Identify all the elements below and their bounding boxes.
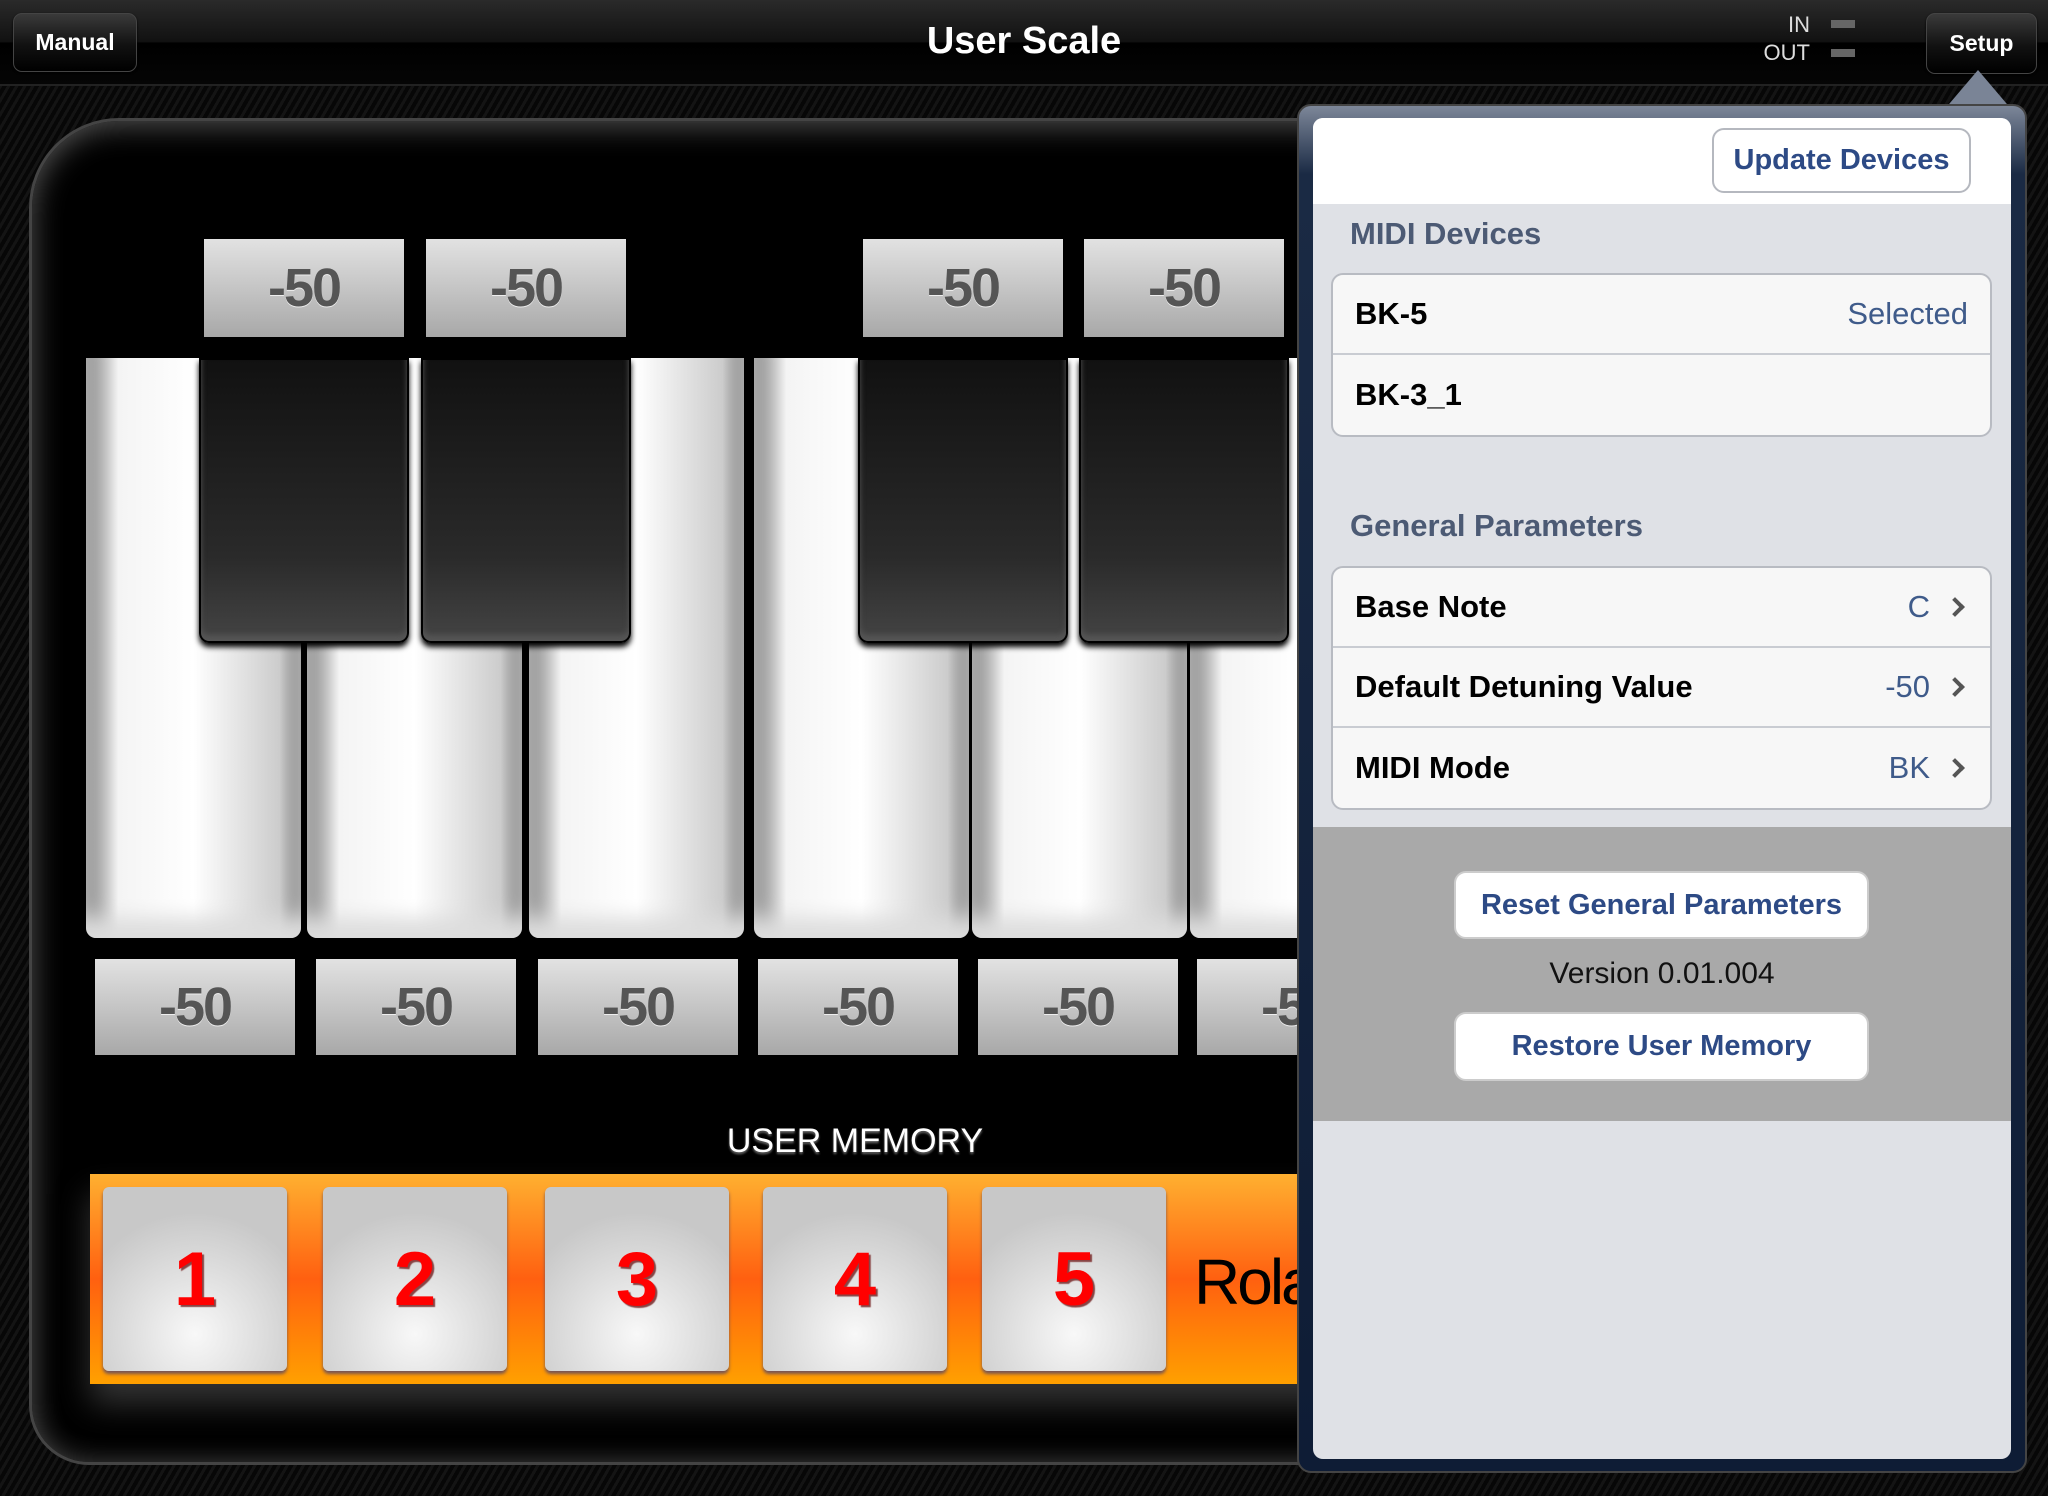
- black-key-value[interactable]: -50: [426, 239, 626, 337]
- black-key-value[interactable]: -50: [1084, 239, 1284, 337]
- setup-button[interactable]: Setup: [1926, 13, 2037, 74]
- white-key-value[interactable]: -50: [758, 959, 958, 1055]
- midi-devices-header: MIDI Devices: [1350, 216, 1542, 251]
- chevron-right-icon: [1945, 677, 1965, 697]
- restore-user-memory-button[interactable]: Restore User Memory: [1454, 1012, 1869, 1081]
- user-memory-title: USER MEMORY: [726, 1122, 984, 1160]
- black-key[interactable]: [1079, 358, 1289, 643]
- memory-slot-5[interactable]: 5: [982, 1187, 1166, 1371]
- memory-slot-1[interactable]: 1: [103, 1187, 287, 1371]
- page-title: User Scale: [926, 20, 1122, 62]
- param-default-detuning[interactable]: Default Detuning Value -50: [1333, 648, 1990, 728]
- setup-popover-content: Update Devices MIDI Devices BK-5 Selected…: [1313, 118, 2011, 1459]
- param-midi-mode[interactable]: MIDI Mode BK: [1333, 728, 1990, 808]
- device-row-bk-3-1[interactable]: BK-3_1: [1333, 355, 1990, 435]
- midi-devices-list: BK-5 Selected BK-3_1: [1331, 273, 1992, 437]
- black-key[interactable]: [199, 358, 409, 643]
- chevron-right-icon: [1945, 597, 1965, 617]
- memory-slot-2[interactable]: 2: [323, 1187, 507, 1371]
- midi-out-indicator: [1831, 49, 1855, 57]
- version-text: Version 0.01.004: [1549, 957, 1775, 990]
- black-key-value[interactable]: -50: [863, 239, 1063, 337]
- out-label: OUT: [1763, 40, 1810, 65]
- general-parameters-list: Base Note C Default Detuning Value -50 MID…: [1331, 566, 1992, 810]
- general-parameters-header: General Parameters: [1350, 508, 1643, 543]
- param-base-note[interactable]: Base Note C: [1333, 568, 1990, 648]
- update-devices-button[interactable]: Update Devices: [1712, 128, 1971, 193]
- memory-slot-3[interactable]: 3: [545, 1187, 729, 1371]
- black-key-value[interactable]: -50: [204, 239, 404, 337]
- midi-in-indicator: [1831, 20, 1855, 28]
- black-key[interactable]: [421, 358, 631, 643]
- selected-status: Selected: [1847, 296, 1968, 331]
- device-row-bk-5[interactable]: BK-5 Selected: [1333, 275, 1990, 355]
- memory-slot-4[interactable]: 4: [763, 1187, 947, 1371]
- white-key-value[interactable]: -50: [95, 959, 295, 1055]
- white-key-value[interactable]: -50: [538, 959, 738, 1055]
- actions-section: Reset General Parameters Version 0.01.00…: [1313, 827, 2011, 1121]
- white-key-value[interactable]: -50: [978, 959, 1178, 1055]
- white-key-value[interactable]: -50: [316, 959, 516, 1055]
- chevron-right-icon: [1945, 758, 1965, 778]
- black-key[interactable]: [858, 358, 1068, 643]
- reset-general-parameters-button[interactable]: Reset General Parameters: [1454, 871, 1869, 939]
- in-label: IN: [1788, 12, 1810, 37]
